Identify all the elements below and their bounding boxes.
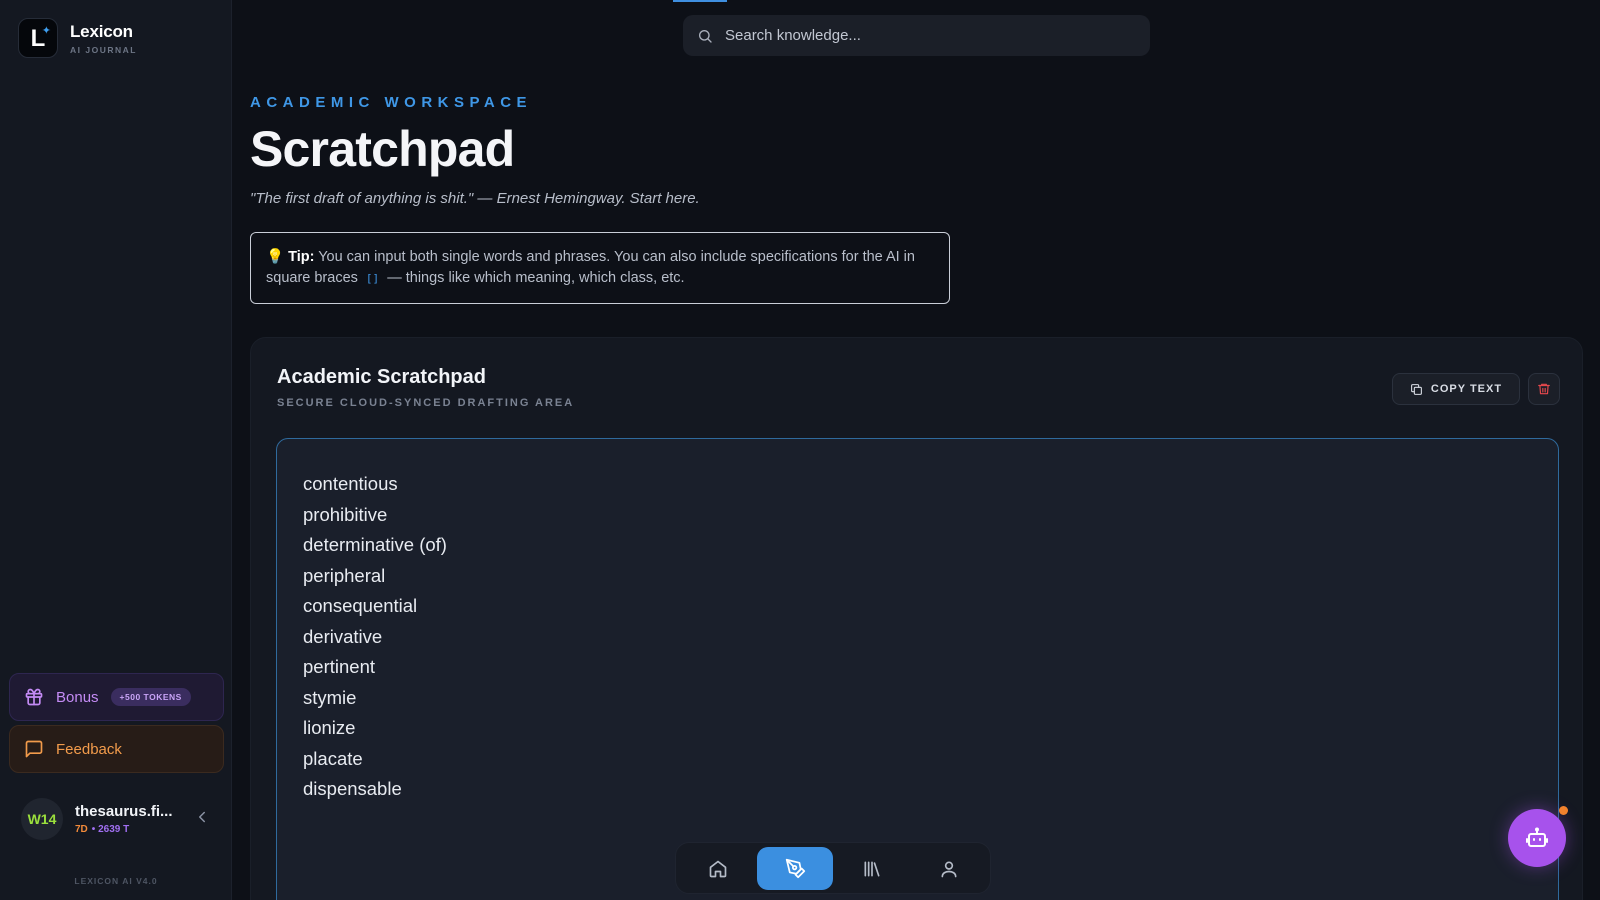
user-stats: 7D • 2639 T <box>75 824 173 835</box>
home-icon <box>709 860 727 877</box>
streak-days: 7D <box>75 824 88 835</box>
avatar: W14 <box>21 798 63 840</box>
logo: L ✦ <box>18 18 58 58</box>
bonus-button[interactable]: Bonus +500 TOKENS <box>9 673 224 721</box>
word-line: contentious <box>303 473 398 494</box>
top-progress-indicator <box>673 0 727 2</box>
nav-home[interactable] <box>680 847 756 890</box>
message-icon <box>25 740 43 758</box>
token-badge: +500 TOKENS <box>110 688 191 706</box>
sidebar: L ✦ Lexicon AI JOURNAL Bonus +500 TOKENS… <box>0 0 232 900</box>
tip-code: [] <box>365 272 380 285</box>
page-quote: "The first draft of anything is shit." —… <box>250 190 700 207</box>
brand-subtitle: AI JOURNAL <box>70 44 137 55</box>
version-label: LEXICON AI V4.0 <box>74 876 158 886</box>
card-title: Academic Scratchpad <box>277 366 486 388</box>
nav-library[interactable] <box>834 847 910 890</box>
word-line: lionize <box>303 717 356 738</box>
search-bar[interactable]: Search knowledge... <box>683 15 1150 56</box>
card-subtitle: SECURE CLOUD-SYNCED DRAFTING AREA <box>277 397 575 409</box>
scratchpad-card: Academic Scratchpad SECURE CLOUD-SYNCED … <box>250 337 1583 900</box>
feedback-label: Feedback <box>56 740 122 758</box>
word-line: prohibitive <box>303 503 388 525</box>
nav-scratchpad[interactable] <box>757 847 833 890</box>
chevron-left-icon[interactable] <box>193 808 211 826</box>
tip-box: 💡 Tip: You can input both single words a… <box>250 232 950 304</box>
library-icon <box>864 861 880 876</box>
word-line: consequential <box>303 595 418 616</box>
ai-assistant-button[interactable] <box>1508 809 1566 867</box>
word-line: determinative (of) <box>303 534 447 555</box>
word-line: dispensable <box>303 778 402 799</box>
copy-text-label: COPY TEXT <box>1430 383 1503 395</box>
copy-icon <box>1411 383 1422 395</box>
search-input[interactable]: Search knowledge... <box>725 27 861 44</box>
bonus-label: Bonus <box>56 688 99 706</box>
trash-icon <box>1538 383 1550 395</box>
user-profile[interactable]: W14 thesaurus.fi... 7D • 2639 T <box>21 798 211 840</box>
word-line: derivative <box>303 625 383 647</box>
user-name: thesaurus.fi... <box>75 803 173 820</box>
scratchpad-textarea[interactable]: contentious prohibitive determinative (o… <box>276 438 1559 900</box>
tip-label: Tip: <box>288 249 315 265</box>
word-line: stymie <box>303 686 357 708</box>
brand[interactable]: L ✦ Lexicon AI JOURNAL <box>18 18 137 58</box>
word-line: peripheral <box>303 564 386 586</box>
copy-text-button[interactable]: COPY TEXT <box>1392 373 1520 405</box>
sparkle-icon: ✦ <box>41 25 51 37</box>
page-title: Scratchpad <box>250 121 515 177</box>
robot-icon <box>1526 827 1548 847</box>
token-count: • 2639 T <box>91 824 130 835</box>
notification-dot <box>1559 806 1568 815</box>
nav-profile[interactable] <box>911 847 987 890</box>
gift-icon <box>25 688 43 706</box>
feedback-button[interactable]: Feedback <box>9 725 224 773</box>
user-icon <box>941 861 957 877</box>
brand-name: Lexicon <box>70 21 133 41</box>
lightbulb-icon: 💡 <box>266 249 285 265</box>
word-line: pertinent <box>303 656 375 677</box>
search-icon <box>699 29 712 43</box>
delete-button[interactable] <box>1528 373 1560 405</box>
pen-icon <box>785 858 805 879</box>
section-eyebrow: ACADEMIC WORKSPACE <box>250 94 533 111</box>
bottom-nav <box>675 842 991 894</box>
word-line: placate <box>303 747 363 769</box>
tip-text-2: — things like which meaning, which class… <box>387 270 685 286</box>
